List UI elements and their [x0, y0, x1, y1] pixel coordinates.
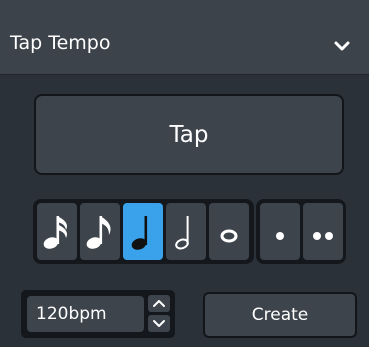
create-button[interactable]: Create: [203, 292, 357, 338]
quarter-note-icon: [131, 216, 148, 250]
half-note-icon: [175, 216, 189, 250]
whole-note-button[interactable]: [209, 203, 249, 260]
tempo-decrement-button[interactable]: [148, 315, 170, 332]
tap-tempo-panel: Tap Tempo Tap 120bpm Create: [0, 0, 369, 347]
eighth-note-button[interactable]: [80, 203, 120, 260]
dot-group: [256, 199, 346, 264]
create-button-label: Create: [251, 305, 309, 325]
tempo-spinbox: 120bpm: [21, 290, 175, 338]
double-dot-icon: [313, 232, 333, 240]
double-dot-button[interactable]: [303, 203, 343, 260]
chevron-up-icon: [153, 300, 165, 307]
half-note-button[interactable]: [166, 203, 206, 260]
note-duration-group: [33, 199, 254, 264]
whole-note-icon: [220, 229, 238, 243]
panel-header[interactable]: Tap Tempo: [0, 0, 369, 75]
eighth-note-icon: [86, 216, 111, 249]
chevron-down-icon: [153, 320, 165, 327]
tap-button[interactable]: Tap: [34, 94, 344, 175]
quarter-note-button[interactable]: [123, 203, 163, 260]
tempo-increment-button[interactable]: [148, 295, 170, 312]
panel-title: Tap Tempo: [10, 32, 111, 54]
single-dot-button[interactable]: [260, 203, 300, 260]
single-dot-icon: [276, 232, 284, 240]
chevron-down-icon[interactable]: [331, 38, 353, 54]
sixteenth-note-button[interactable]: [37, 203, 77, 260]
tempo-input[interactable]: 120bpm: [27, 296, 144, 332]
tap-button-label: Tap: [169, 121, 209, 148]
sixteenth-note-icon: [43, 216, 67, 249]
